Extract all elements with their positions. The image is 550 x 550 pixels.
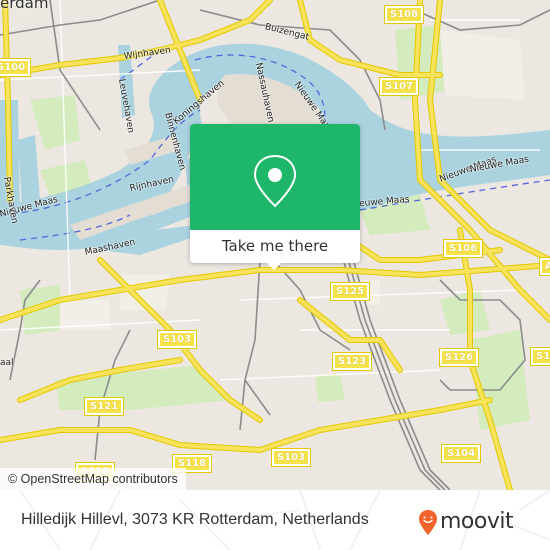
road-shield-s103-west: S103 <box>156 330 198 349</box>
map-pin-icon <box>253 154 297 208</box>
popup-header <box>190 124 360 230</box>
road-shield-s10-east: S10 <box>529 347 550 366</box>
osm-attribution[interactable]: © OpenStreetMap contributors <box>0 468 186 490</box>
city-label: erdam <box>0 0 49 12</box>
road-shield-s104: S104 <box>440 444 482 463</box>
road-shield-s103-south: S103 <box>270 448 312 467</box>
footer: Hilledijk Hillevl, 3073 KR Rotterdam, Ne… <box>0 490 550 550</box>
map-view[interactable]: erdam Wijnhaven Leuvehaven Buizengat Nas… <box>0 0 550 490</box>
road-shield-s107: S107 <box>378 77 420 96</box>
popup-pointer <box>265 261 283 270</box>
road-shield-a16: A <box>539 257 550 276</box>
road-shield-s126: S126 <box>438 348 480 367</box>
moovit-logo[interactable]: moovit <box>418 508 514 536</box>
take-me-there-button[interactable]: Take me there <box>190 230 360 263</box>
road-shield-s108: S108 <box>383 5 425 24</box>
take-me-there-popup[interactable]: Take me there <box>190 124 360 270</box>
moovit-wordmark: moovit <box>440 509 514 534</box>
moovit-pin-icon <box>419 509 437 535</box>
road-shield-s121: S121 <box>83 397 125 416</box>
road-shield-s100: S100 <box>0 58 32 77</box>
address-text: Hilledijk Hillevl, 3073 KR Rotterdam, Ne… <box>21 511 369 528</box>
road-shield-s106: S106 <box>442 239 484 258</box>
road-shield-s123: S123 <box>331 352 373 371</box>
road-shield-s125: S125 <box>329 282 371 301</box>
water-label-aal: aal <box>0 358 14 368</box>
